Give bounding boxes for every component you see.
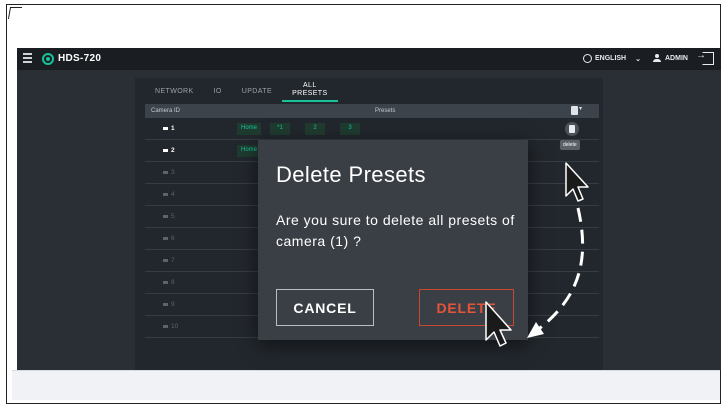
tab-network[interactable]: NETWORK [145, 80, 204, 102]
camera-label: 9 [163, 301, 175, 308]
camera-label: 2 [163, 147, 175, 154]
camera-icon [163, 127, 168, 130]
logout-icon[interactable] [696, 50, 714, 65]
column-presets: Presets [375, 108, 396, 114]
camera-icon [163, 171, 168, 174]
camera-icon [163, 237, 168, 240]
camera-label: 10 [163, 323, 178, 330]
globe-icon [583, 54, 592, 63]
user-menu[interactable]: ADMIN [653, 54, 688, 62]
camera-label: 7 [163, 257, 175, 264]
preset-button[interactable]: 2 [305, 123, 325, 135]
tab-all-presets[interactable]: ALL PRESETS [282, 80, 338, 102]
camera-label: 5 [163, 213, 175, 220]
camera-icon [163, 325, 168, 328]
delete-presets-dialog: Delete Presets Are you sure to delete al… [258, 140, 528, 340]
camera-icon [163, 193, 168, 196]
preset-button[interactable]: 3 [340, 123, 360, 135]
tab-update[interactable]: UPDATE [232, 80, 282, 102]
camera-label: 8 [163, 279, 175, 286]
dialog-title: Delete Presets [276, 162, 426, 187]
table-header: Camera ID Presets [145, 104, 599, 118]
camera-label: 1 [163, 125, 175, 132]
user-label: ADMIN [665, 54, 688, 62]
camera-icon [163, 259, 168, 262]
chevron-down-icon: ⌄ [635, 55, 641, 63]
product-name: HDS-720 [58, 53, 102, 64]
hamburger-icon[interactable] [23, 53, 32, 64]
camera-icon [163, 281, 168, 284]
camera-label: 6 [163, 235, 175, 242]
frame-corner [7, 7, 23, 19]
tab-io[interactable]: IO [204, 80, 232, 102]
frame-bottom-bar [12, 370, 720, 400]
table-row: 1 Home *1 2 3 delete [145, 118, 599, 150]
top-bar: HDS-720 ENGLISH ⌄ ADMIN [17, 48, 721, 70]
preset-button[interactable]: Home [237, 123, 262, 135]
language-label: ENGLISH [595, 55, 627, 62]
camera-icon [163, 303, 168, 306]
preset-button[interactable]: *1 [270, 123, 290, 135]
camera-icon [163, 215, 168, 218]
column-camera-id: Camera ID [151, 108, 181, 114]
dialog-message: Are you sure to delete all presets of ca… [276, 212, 515, 249]
trash-icon[interactable] [565, 122, 579, 136]
camera-icon [163, 149, 168, 152]
delete-button[interactable]: DELETE [419, 289, 514, 326]
tab-bar: NETWORK IO UPDATE ALL PRESETS [145, 80, 338, 102]
camera-label: 4 [163, 191, 175, 198]
language-selector[interactable]: ENGLISH ⌄ [583, 54, 641, 63]
camera-label: 3 [163, 169, 175, 176]
logo-icon [42, 53, 54, 65]
user-icon [653, 54, 661, 62]
trash-icon[interactable] [571, 105, 582, 115]
cancel-button[interactable]: CANCEL [276, 289, 374, 326]
